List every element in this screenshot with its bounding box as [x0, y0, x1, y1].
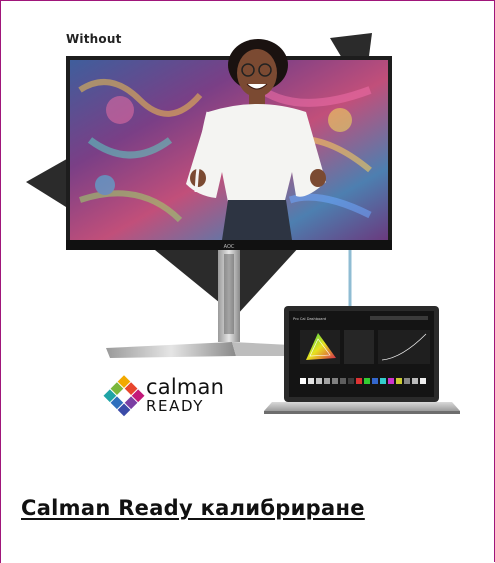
calman-logo-ready: READY: [146, 397, 205, 415]
calman-logo-mark: [103, 375, 145, 417]
calman-ready-logo: calman READY: [146, 377, 224, 414]
calman-logo-word: calman: [146, 375, 225, 399]
laptop-image: Pro Cal Dashboard: [264, 306, 460, 414]
frame-edge: [0, 545, 1, 563]
monitor-stand-base-left: [106, 342, 236, 358]
monitor-brand-logo: AOC: [224, 244, 235, 250]
section-heading: Calman Ready калибриране: [21, 496, 365, 520]
laptop-screen-title: Pro Cal Dashboard: [293, 317, 326, 321]
product-illustration: AOC Pro Cal Dashboard: [26, 33, 460, 417]
